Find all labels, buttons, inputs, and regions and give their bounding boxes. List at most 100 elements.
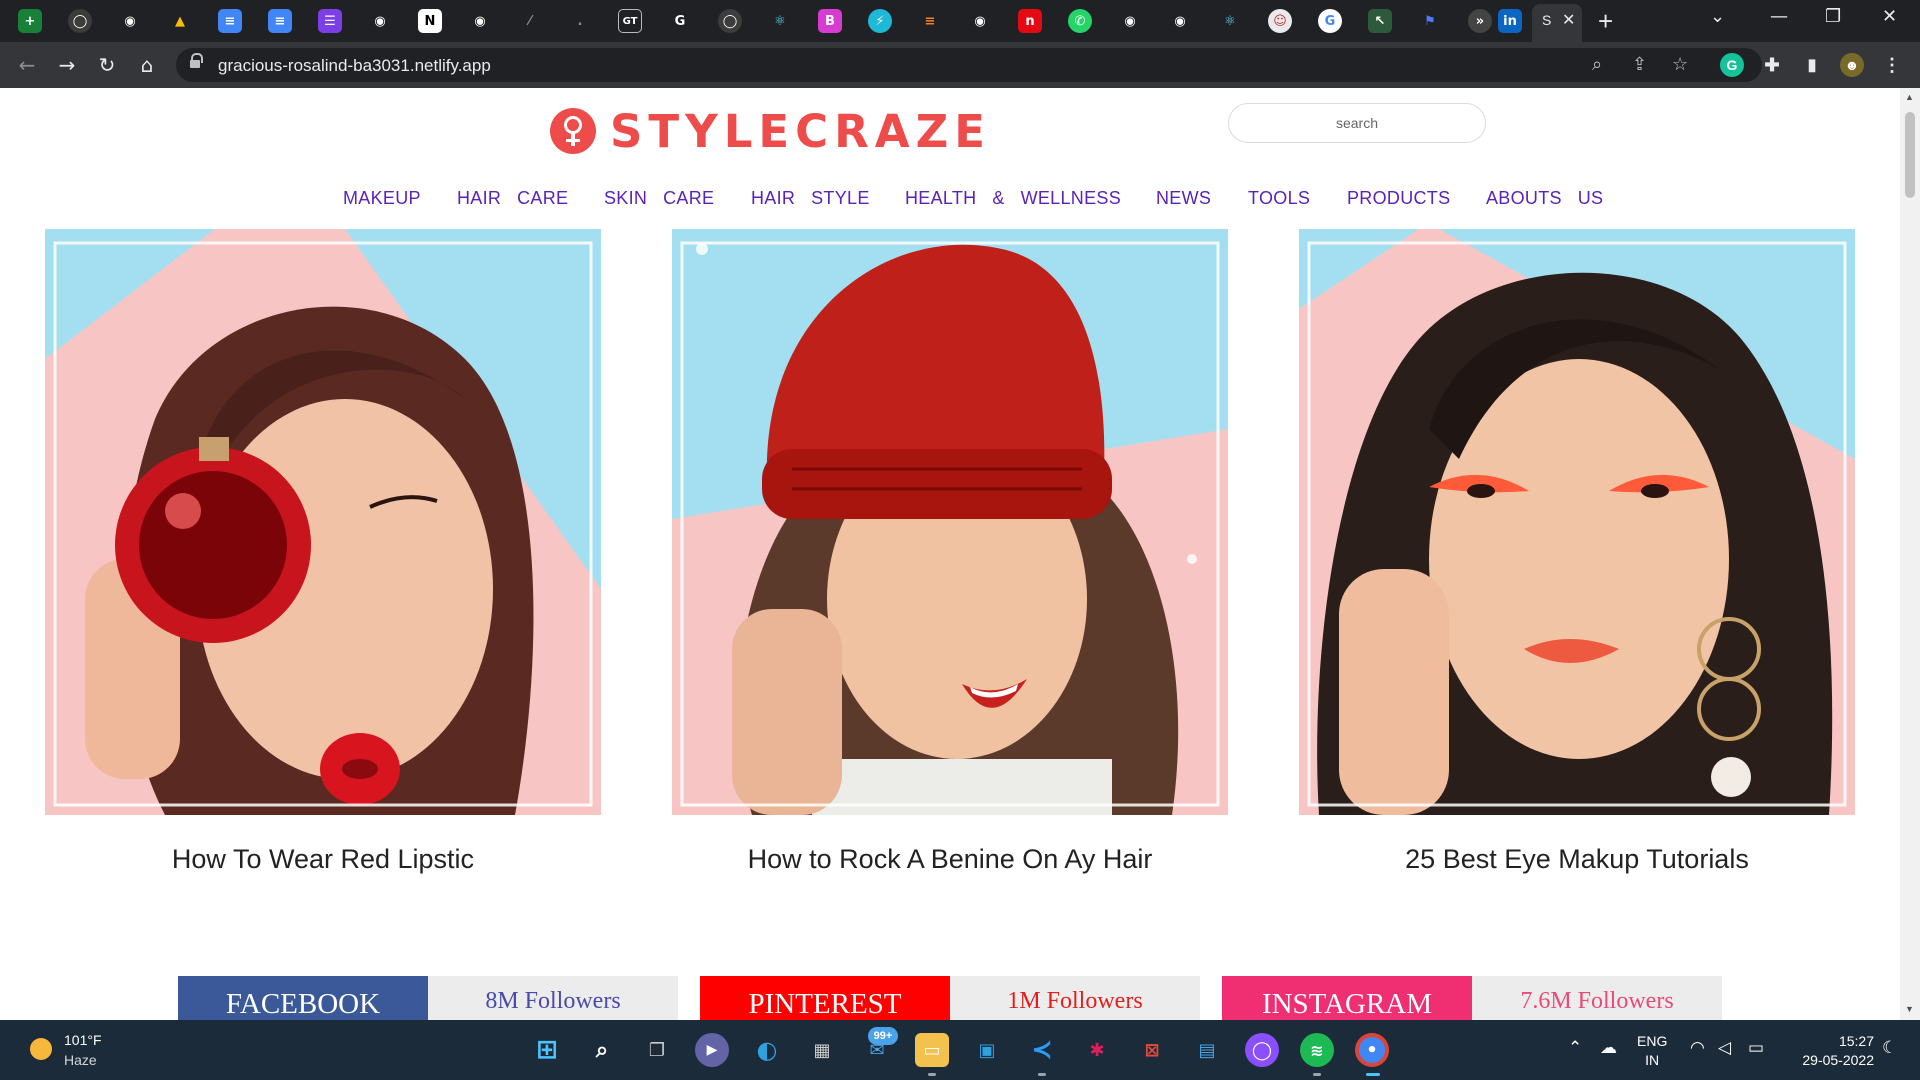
tab-close-icon[interactable]: ✕ [1562,10,1575,30]
nav-about-us[interactable]: ABOUTS US [1486,188,1603,209]
edge-icon[interactable]: ◐ [750,1033,784,1067]
battery-icon[interactable]: ▭ [1748,1038,1764,1058]
system-clock[interactable]: 15:27 29-05-2022 [1786,1032,1874,1070]
github-tab-icon[interactable]: ◯ [68,9,92,33]
chat-icon[interactable]: ▶ [695,1033,729,1067]
forward-arrow-icon[interactable]: → [54,52,80,78]
nav-hair-care[interactable]: HAIR CARE [457,188,568,209]
scroll-up-arrow-icon[interactable]: ▲ [1905,92,1914,102]
active-tab[interactable]: S ✕ [1532,4,1582,42]
b-tab-icon[interactable]: B [818,9,842,33]
volume-icon[interactable]: ◁ [1718,1038,1731,1058]
file-explorer-icon[interactable]: ▭ [915,1033,949,1067]
spotify-icon[interactable]: ≋ [1300,1033,1334,1067]
wifi-icon[interactable]: ◠ [1690,1038,1705,1058]
gift-icon[interactable]: ⊠ [1135,1033,1169,1067]
nav-products[interactable]: PRODUCTS [1347,188,1450,209]
zoom-icon[interactable]: ⌕ [1592,54,1602,75]
nav-makeup[interactable]: MAKEUP [343,188,421,209]
vscode-icon[interactable]: ≺ [1025,1033,1059,1067]
article-image-red-lipstick[interactable] [45,229,601,815]
google-tab-icon[interactable]: G [1318,9,1342,33]
weather-temperature[interactable]: 101°F [64,1032,102,1048]
notepad-icon[interactable]: ▤ [1190,1033,1224,1067]
facebook-button[interactable]: FACEBOOK [178,976,428,1020]
onedrive-cloud-icon[interactable]: ☁ [1600,1038,1617,1058]
chrome-icon[interactable]: • [1355,1033,1389,1067]
n-red-tab-icon[interactable]: n [1018,9,1042,33]
tray-chevron-up-icon[interactable]: ⌃ [1568,1038,1582,1058]
lock-icon[interactable] [190,53,203,70]
docs-tab-icon-2[interactable]: ≡ [268,9,292,33]
gt-tab-icon[interactable]: GT [618,9,642,33]
forms-tab-icon[interactable]: ☰ [318,9,342,33]
menu-kebab-icon[interactable]: ⋮ [1880,53,1904,77]
back-arrow-icon[interactable]: ← [14,52,40,78]
stackoverflow-tab-icon[interactable]: ≡ [918,9,942,33]
bookmark-star-icon[interactable]: ☆ [1672,54,1688,75]
scroll-down-arrow-icon[interactable]: ▼ [1905,1004,1914,1014]
globe-tab-icon-3[interactable]: ◉ [468,9,492,33]
share-icon[interactable]: ⇪ [1632,54,1647,75]
globe-tab-icon-4[interactable]: ◉ [968,9,992,33]
search-input[interactable] [1228,103,1486,143]
slack-icon[interactable]: ✱ [1080,1033,1114,1067]
home-icon[interactable]: ⌂ [134,52,160,78]
bolt-tab-icon[interactable]: ⚡ [868,9,892,33]
task-view-icon[interactable]: ❐ [640,1033,674,1067]
drive-tab-icon[interactable]: ▲ [168,9,192,33]
article-image-beanie[interactable] [672,229,1228,815]
profile-avatar[interactable]: ☻ [1840,53,1864,77]
tab-search-chevron-icon[interactable]: ⌄ [1710,6,1725,27]
close-window-icon[interactable]: ✕ [1882,6,1897,27]
weather-sun-icon[interactable] [30,1038,52,1060]
new-tab-plus-icon[interactable]: + [1598,6,1613,37]
flag-tab-icon[interactable]: ⚑ [1418,9,1442,33]
grammarly-extension-icon[interactable]: G [1720,53,1744,77]
s-tab-icon[interactable]: » [1468,9,1492,33]
react-tab-icon[interactable]: ⚛ [768,9,792,33]
instagram-button[interactable]: INSTAGRAM [1222,976,1472,1020]
nav-health-wellness[interactable]: HEALTH & WELLNESS [905,188,1121,209]
github-desktop-icon[interactable]: ◯ [1245,1033,1279,1067]
url-text[interactable]: gracious-rosalind-ba3031.netlify.app [218,56,491,76]
notion-tab-icon[interactable]: N [418,9,442,33]
g-tab-icon[interactable]: G [668,9,692,33]
search-icon[interactable]: ⌕ [585,1033,619,1067]
blank-tab-icon[interactable]: . [568,9,592,33]
notification-moon-icon[interactable]: ☾ [1882,1038,1897,1058]
sheets-tab-icon[interactable]: + [18,9,42,33]
page-scrollbar[interactable]: ▲ ▼ [1900,88,1920,1020]
address-bar[interactable]: gracious-rosalind-ba3031.netlify.app ⌕ ⇪… [176,48,1762,82]
feather-tab-icon[interactable]: ⁄ [518,9,542,33]
weather-description[interactable]: Haze [64,1052,97,1068]
remote-desktop-icon[interactable]: ▣ [970,1033,1004,1067]
start-windows-icon[interactable]: ⊞ [530,1033,564,1067]
globe-tab-icon-6[interactable]: ◉ [1168,9,1192,33]
restore-icon[interactable]: ❐ [1825,6,1841,27]
github-tab-icon-2[interactable]: ◯ [718,9,742,33]
globe-tab-icon-5[interactable]: ◉ [1118,9,1142,33]
react-tab-icon-2[interactable]: ⚛ [1218,9,1242,33]
extensions-puzzle-icon[interactable]: ✚ [1760,53,1784,77]
language-indicator[interactable]: ENG IN [1637,1032,1667,1070]
article-title[interactable]: 25 Best Eye Makup Tutorials [1299,844,1855,875]
whatsapp-tab-icon[interactable]: ✆ [1068,9,1092,33]
site-logo[interactable]: STYLECRAZE [550,105,991,158]
minimize-icon[interactable]: — [1770,6,1788,27]
nav-tools[interactable]: TOOLS [1248,188,1310,209]
nav-news[interactable]: NEWS [1156,188,1211,209]
cursor-tab-icon[interactable]: ↖ [1368,9,1392,33]
pinterest-button[interactable]: PINTEREST [700,976,950,1020]
article-image-eye-makeup[interactable] [1299,229,1855,815]
globe-tab-icon[interactable]: ◉ [118,9,142,33]
reload-icon[interactable]: ↻ [94,52,120,78]
store-icon[interactable]: ▦ [805,1033,839,1067]
article-title[interactable]: How To Wear Red Lipstic [45,844,601,875]
docs-tab-icon[interactable]: ≡ [218,9,242,33]
nav-skin-care[interactable]: SKIN CARE [604,188,714,209]
scroll-thumb[interactable] [1905,112,1915,198]
globe-tab-icon-2[interactable]: ◉ [368,9,392,33]
linkedin-tab-icon[interactable]: in [1498,9,1522,33]
side-panel-icon[interactable]: ▮ [1800,53,1824,77]
